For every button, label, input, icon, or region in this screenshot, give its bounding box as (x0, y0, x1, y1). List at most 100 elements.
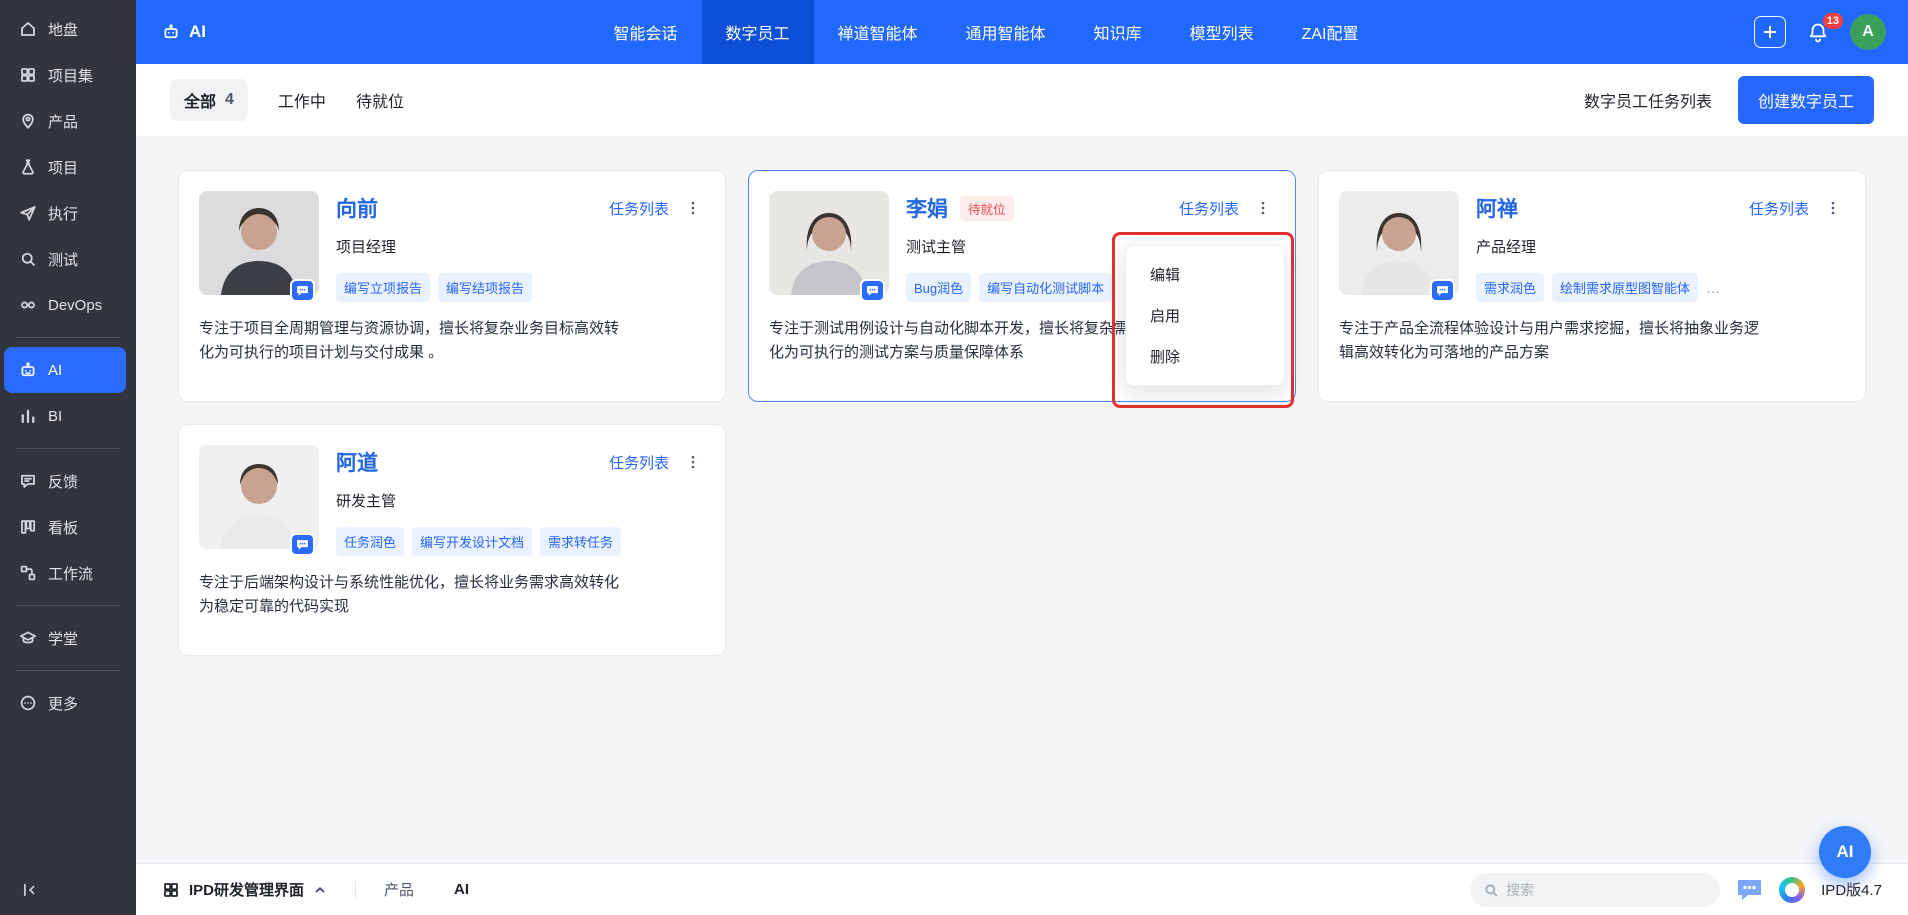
product-pin-icon (19, 112, 37, 130)
kanban-board-icon (19, 518, 37, 536)
sidebar-item-project[interactable]: 项目 (0, 144, 136, 190)
tab-all-count: 4 (225, 91, 234, 109)
notifications-button[interactable]: 13 (1806, 20, 1830, 44)
sidebar-item-home[interactable]: 地盘 (0, 6, 136, 52)
skill-tag: 需求转任务 (540, 527, 621, 556)
app-window: 地盘 项目集 产品 项目 执行 测试 DevOps AI (0, 0, 1908, 915)
sidebar-item-school[interactable]: 学堂 (0, 615, 136, 661)
sidebar-item-more[interactable]: 更多 (0, 680, 136, 726)
sidebar-item-label: 项目集 (48, 65, 93, 86)
filter-toolbar: 全部 4 工作中 待就位 数字员工任务列表 创建数字员工 (136, 64, 1908, 136)
context-menu: 编辑 启用 删除 (1125, 245, 1285, 386)
skill-tag: Bug润色 (906, 273, 971, 302)
more-circle-icon (19, 694, 37, 712)
topbar-brand-label: AI (189, 22, 206, 42)
add-button[interactable] (1754, 16, 1786, 48)
topbar-menu: 智能会话 数字员工 禅道智能体 通用智能体 知识库 模型列表 ZAI配置 (590, 0, 1383, 64)
ai-assistant-fab[interactable]: AI (1819, 826, 1871, 878)
sidebar-item-qa[interactable]: 测试 (0, 236, 136, 282)
status-tabs: 全部 4 工作中 待就位 (170, 79, 404, 121)
search-box (1470, 873, 1720, 907)
sidebar-item-label: 测试 (48, 249, 78, 270)
menu-digital-employee[interactable]: 数字员工 (702, 0, 814, 64)
chat-bubble-icon[interactable] (1430, 279, 1455, 302)
employee-card: 阿禅 任务列表 产品经理 需求润色 绘制需求原型图智能体 … (1318, 170, 1866, 402)
ai-robot-icon (19, 361, 37, 379)
search-input[interactable] (1506, 882, 1707, 898)
sidebar-item-feedback[interactable]: 反馈 (0, 458, 136, 504)
skill-tag: 编写结项报告 (438, 273, 532, 302)
digital-employee-task-list-link[interactable]: 数字员工任务列表 (1584, 88, 1712, 112)
chat-bubble-icon[interactable] (290, 533, 315, 556)
more-menu-button[interactable] (681, 197, 705, 219)
sidebar-item-label: 工作流 (48, 563, 93, 584)
tags-overflow-ellipsis: … (1706, 280, 1720, 296)
sidebar-item-program[interactable]: 项目集 (0, 52, 136, 98)
workflow-icon (19, 564, 37, 582)
school-cap-icon (19, 629, 37, 647)
workspace-name: IPD研发管理界面 (189, 879, 304, 900)
employee-description: 专注于后端架构设计与系统性能优化，擅长将业务需求高效转化 为稳定可靠的代码实现 (199, 571, 705, 620)
create-digital-employee-button[interactable]: 创建数字员工 (1738, 76, 1874, 124)
skill-tag: 编写自动化测试脚本 (979, 273, 1112, 302)
topbar: AI 智能会话 数字员工 禅道智能体 通用智能体 知识库 模型列表 ZAI配置 … (136, 0, 1908, 64)
sidebar-item-label: 执行 (48, 203, 78, 224)
sidebar-item-label: BI (48, 408, 62, 425)
task-list-link[interactable]: 任务列表 (1179, 198, 1239, 219)
menu-item-delete[interactable]: 删除 (1126, 336, 1284, 377)
task-list-link[interactable]: 任务列表 (609, 452, 669, 473)
workspace-switcher[interactable]: IPD研发管理界面 (162, 879, 327, 900)
sidebar-item-kanban[interactable]: 看板 (0, 504, 136, 550)
footer-right: IPD版4.7 (1470, 873, 1882, 907)
menu-smart-chat[interactable]: 智能会话 (590, 0, 702, 64)
collapse-sidebar-icon[interactable] (20, 881, 38, 899)
chat-bubble-icon[interactable] (290, 279, 315, 302)
employee-photo (769, 191, 889, 295)
sidebar-item-label: 项目 (48, 157, 78, 178)
user-avatar[interactable]: A (1850, 14, 1886, 50)
menu-zentao-agent[interactable]: 禅道智能体 (814, 0, 942, 64)
employee-description: 专注于产品全流程体验设计与用户需求挖掘，擅长将抽象业务逻 辑高效转化为可落地的产… (1339, 317, 1845, 366)
tab-working[interactable]: 工作中 (278, 88, 326, 112)
task-list-link[interactable]: 任务列表 (1749, 198, 1809, 219)
sidebar-item-ai[interactable]: AI (4, 347, 126, 393)
tab-all[interactable]: 全部 4 (170, 79, 248, 121)
skill-tag: 任务润色 (336, 527, 404, 556)
employee-name: 李娟 (906, 193, 948, 223)
sidebar-item-product[interactable]: 产品 (0, 98, 136, 144)
breadcrumb-product[interactable]: 产品 (384, 879, 414, 900)
employee-card: 阿道 任务列表 研发主管 任务润色 编写开发设计文档 需求转任务 (178, 424, 726, 656)
bi-chart-icon (19, 407, 37, 425)
home-icon (19, 20, 37, 38)
employee-photo (199, 445, 319, 549)
menu-general-agent[interactable]: 通用智能体 (942, 0, 1070, 64)
skill-tag: 编写开发设计文档 (412, 527, 532, 556)
breadcrumb-current[interactable]: AI (454, 881, 469, 898)
menu-item-enable[interactable]: 启用 (1126, 295, 1284, 336)
feedback-chat-icon[interactable] (1736, 878, 1763, 902)
tab-waiting[interactable]: 待就位 (356, 88, 404, 112)
sidebar-divider (16, 448, 120, 449)
menu-zai-config[interactable]: ZAI配置 (1278, 0, 1383, 64)
topbar-brand: AI (150, 22, 218, 42)
task-list-link[interactable]: 任务列表 (609, 198, 669, 219)
chat-bubble-icon[interactable] (860, 279, 885, 302)
sidebar-item-devops[interactable]: DevOps (0, 282, 136, 328)
employee-name: 向前 (336, 193, 378, 223)
sidebar-item-label: 更多 (48, 693, 78, 714)
employee-role: 产品经理 (1476, 236, 1845, 257)
skill-tags: 编写立项报告 编写结项报告 (336, 273, 705, 302)
toolbar-actions: 数字员工任务列表 创建数字员工 (1584, 76, 1874, 124)
menu-knowledge-base[interactable]: 知识库 (1070, 0, 1166, 64)
menu-item-edit[interactable]: 编辑 (1126, 254, 1284, 295)
more-menu-button[interactable] (1821, 197, 1845, 219)
employee-name: 阿道 (336, 447, 378, 477)
menu-model-list[interactable]: 模型列表 (1166, 0, 1278, 64)
sidebar-item-bi[interactable]: BI (0, 393, 136, 439)
more-menu-button[interactable] (1251, 197, 1275, 219)
footer-divider (355, 881, 356, 899)
more-menu-button[interactable] (681, 451, 705, 473)
skill-tags: 任务润色 编写开发设计文档 需求转任务 (336, 527, 705, 556)
sidebar-item-execution[interactable]: 执行 (0, 190, 136, 236)
sidebar-item-workflow[interactable]: 工作流 (0, 550, 136, 596)
